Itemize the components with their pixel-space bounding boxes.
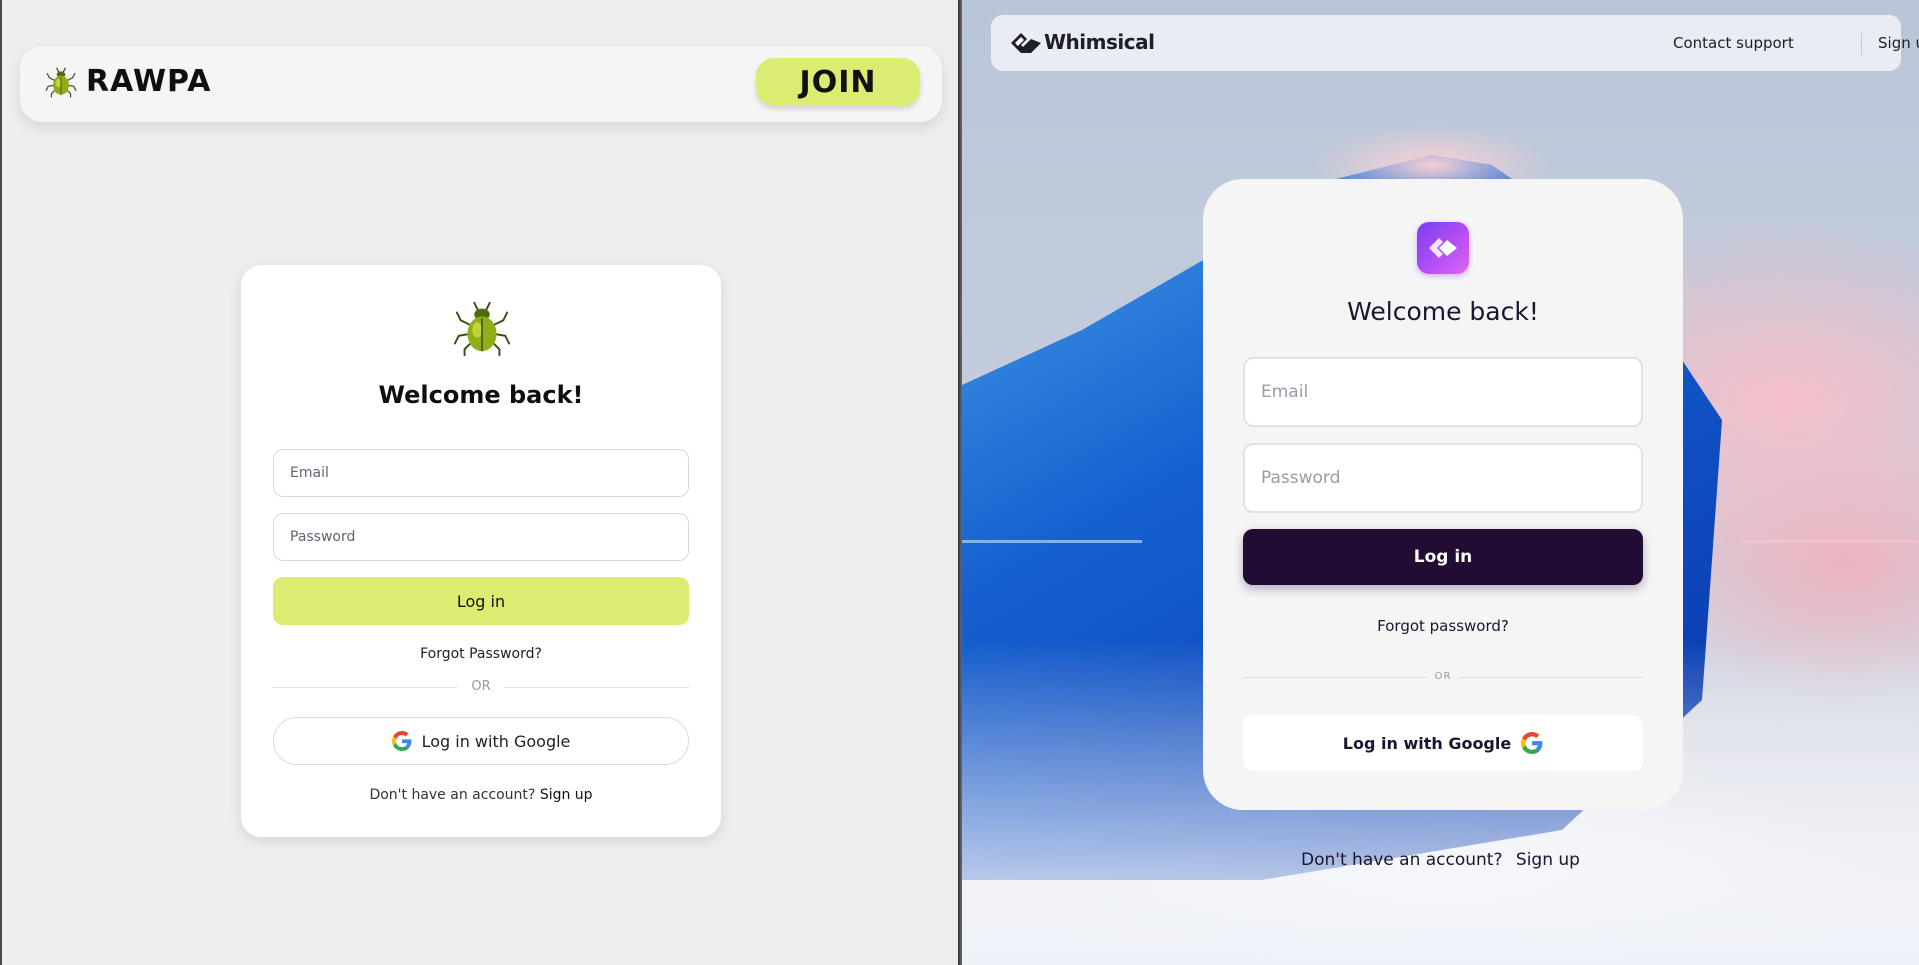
beetle-icon[interactable] [44,65,78,99]
forgot-password-link[interactable]: Forgot Password? [241,646,721,662]
beetle-icon [453,301,511,357]
rawpa-brand[interactable]: RAWPA [86,64,212,99]
signup-prompt: Don't have an account? [369,787,536,803]
signup-link[interactable]: Sign up [1516,850,1580,870]
password-field[interactable] [273,513,689,561]
google-login-label: Log in with Google [421,731,571,751]
or-divider: OR [1243,667,1643,687]
whimsical-login-card: Welcome back! Log in Forgot password? OR… [1203,179,1683,810]
rawpa-login-card: Welcome back! Log in Forgot Password? OR… [241,265,721,837]
or-divider: OR [273,677,689,697]
google-login-label: Log in with Google [1342,733,1512,753]
page-title: Welcome back! [378,381,584,409]
diamond-icon [1429,238,1457,258]
whimsical-diamond-icon[interactable] [1009,31,1043,55]
rawpa-header: RAWPA JOIN [20,46,942,122]
join-button[interactable]: JOIN [756,58,920,106]
google-icon [391,731,411,751]
forgot-password-link[interactable]: Forgot password? [1203,617,1683,635]
page-title: Welcome back! [1347,297,1539,326]
divider-line [505,687,689,688]
signup-row: Don't have an account? Sign up [962,850,1919,870]
rawpa-pane: RAWPA JOIN Welcome back! Email Log in Fo… [0,0,958,965]
password-field[interactable] [1243,443,1643,513]
whimsical-brand[interactable]: Whimsical [1044,30,1155,54]
whimsical-app-icon [1417,222,1469,274]
whimsical-pane: Whimsical Contact support Sign up Welcom… [962,0,1919,965]
google-login-button[interactable]: Log in with Google [1243,715,1643,771]
login-button[interactable]: Log in [1243,529,1643,585]
signup-link[interactable]: Sign up [540,787,593,803]
email-field[interactable] [1243,357,1643,427]
whimsical-header: Whimsical Contact support Sign up [991,15,1919,71]
signup-row: Don't have an account? Sign up [241,787,721,803]
contact-support-link[interactable]: Contact support [1673,34,1794,52]
login-button[interactable]: Log in [273,577,689,625]
divider-line [1459,677,1643,678]
email-field[interactable] [273,449,689,497]
google-icon [1521,732,1543,754]
google-login-button[interactable]: Log in with Google [273,717,689,765]
split-screen: RAWPA JOIN Welcome back! Email Log in Fo… [0,0,1919,965]
header-signup-link[interactable]: Sign up [1878,34,1919,52]
signup-prompt: Don't have an account? [1301,850,1503,870]
header-separator [1861,33,1862,55]
